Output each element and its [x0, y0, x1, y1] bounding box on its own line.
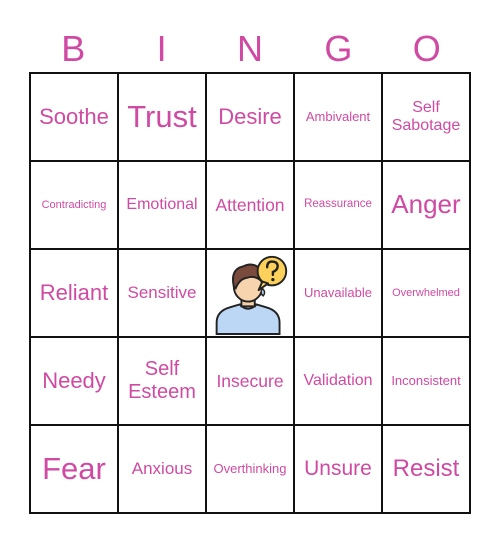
cell-label: Overthinking	[213, 460, 287, 476]
header-letter-o: O	[412, 28, 441, 69]
cell-label: Reliant	[39, 280, 109, 306]
cell-label: Resist	[392, 455, 460, 483]
header-letter-i: I	[156, 28, 167, 69]
bingo-cell[interactable]: Desire	[207, 74, 293, 160]
bingo-cell[interactable]: Sensitive	[119, 250, 205, 336]
cell-label: Validation	[303, 371, 373, 389]
bingo-cell[interactable]: Ambivalent	[295, 74, 381, 160]
bingo-board: Soothe Trust Desire Ambivalent Self Sabo…	[29, 72, 471, 514]
confused-person-icon	[215, 255, 288, 335]
bingo-cell[interactable]: Inconsistent	[383, 338, 469, 424]
cell-label: Unsure	[304, 456, 372, 480]
bingo-cell[interactable]: Contradicting	[31, 162, 117, 248]
cell-label: Insecure	[216, 370, 284, 391]
bingo-cell[interactable]: Self Sabotage	[383, 74, 469, 160]
bingo-cell[interactable]: Attention	[207, 162, 293, 248]
cell-label: Anger	[391, 189, 461, 220]
bingo-cell[interactable]: Soothe	[31, 74, 117, 160]
bingo-cell[interactable]: Anger	[383, 162, 469, 248]
cell-label: Ambivalent	[305, 108, 371, 124]
bingo-cell[interactable]: Validation	[295, 338, 381, 424]
bingo-cell[interactable]: Self Esteem	[119, 338, 205, 424]
cell-label: Contradicting	[41, 198, 107, 211]
bingo-cell[interactable]: Fear	[31, 426, 117, 512]
bingo-cell[interactable]: Resist	[383, 426, 469, 512]
header-letter-g: G	[324, 28, 353, 69]
bingo-cell[interactable]: Unavailable	[295, 250, 381, 336]
cell-label: Inconsistent	[391, 372, 461, 388]
bingo-cell[interactable]: Reassurance	[295, 162, 381, 248]
bingo-cell[interactable]: Unsure	[295, 426, 381, 512]
cell-label: Trust	[127, 99, 197, 135]
cell-label: Overwhelmed	[392, 286, 460, 299]
cell-label: Reassurance	[304, 198, 372, 211]
bingo-cell[interactable]: Reliant	[31, 250, 117, 336]
bingo-cell[interactable]: Trust	[119, 74, 205, 160]
bingo-cell[interactable]: Emotional	[119, 162, 205, 248]
bingo-cell[interactable]: Needy	[31, 338, 117, 424]
bingo-cell[interactable]: Insecure	[207, 338, 293, 424]
bingo-cell[interactable]: Overwhelmed	[383, 250, 469, 336]
cell-label: Needy	[42, 368, 106, 394]
cell-label: Unavailable	[304, 284, 372, 300]
cell-label: Anxious	[131, 459, 193, 479]
cell-label: Sensitive	[127, 283, 197, 303]
bingo-cell[interactable]: Anxious	[119, 426, 205, 512]
cell-label: Desire	[218, 104, 282, 130]
header-letter-b: B	[61, 28, 86, 69]
cell-label: Soothe	[39, 104, 109, 130]
free-space[interactable]	[207, 250, 293, 336]
cell-label: Self Sabotage	[391, 98, 461, 134]
cell-label: Fear	[42, 451, 106, 487]
bingo-header: B I N G O	[29, 28, 471, 70]
cell-label: Attention	[215, 194, 285, 215]
header-letter-n: N	[236, 28, 263, 69]
bingo-cell[interactable]: Overthinking	[207, 426, 293, 512]
cell-label: Self Esteem	[128, 358, 196, 403]
cell-label: Emotional	[126, 195, 198, 213]
